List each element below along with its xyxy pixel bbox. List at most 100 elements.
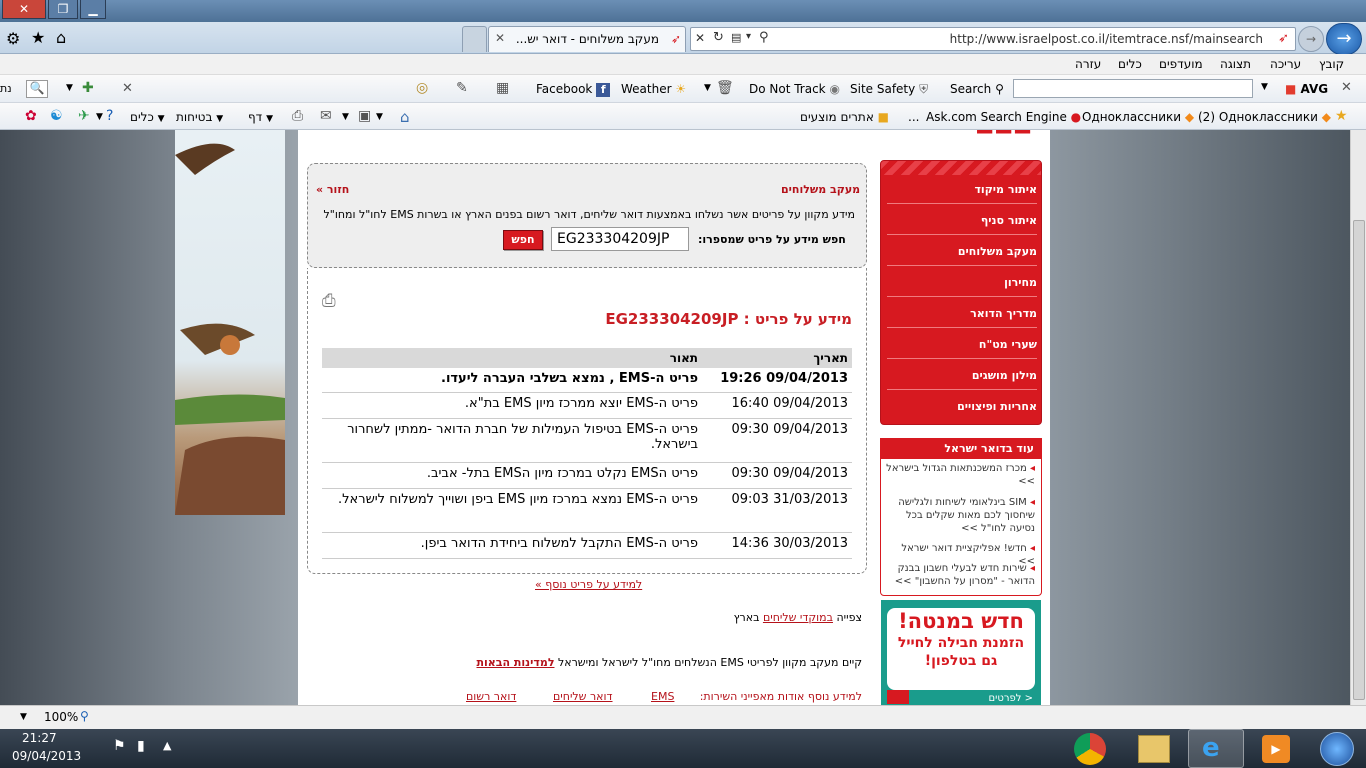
nav-item-zip[interactable]: איתור מיקוד	[887, 183, 1037, 204]
menu-help[interactable]: עזרה	[1075, 57, 1101, 71]
weather-button[interactable]: Weather ☀	[621, 82, 686, 96]
nav-item-currency[interactable]: שערי מט"ח	[887, 338, 1037, 359]
skype-icon[interactable]: ☯	[50, 108, 63, 124]
tab-israelpost[interactable]: ✕ מעקב משלוחים - דואר יש... ➶	[488, 26, 686, 52]
help-dropdown-icon[interactable]: ▼	[96, 112, 103, 122]
countries-link[interactable]: למדינות הבאות	[476, 656, 554, 669]
ad-link[interactable]: לפרטים >	[989, 693, 1034, 704]
nav-item-glossary[interactable]: מילון מושגים	[887, 369, 1037, 390]
suggested-sites[interactable]: ■ אתרים מוצעים	[800, 110, 889, 124]
registered-mail-link[interactable]: דואר רשום	[466, 690, 516, 703]
nav-item-pricelist[interactable]: מחירון	[887, 276, 1037, 297]
screenshot-icon[interactable]: ◎	[416, 80, 428, 96]
research-icon[interactable]: ✈	[78, 108, 90, 124]
find-icon[interactable]: 🔍	[26, 80, 48, 98]
clock-date[interactable]: 09/04/2013	[12, 749, 81, 763]
item-number-input[interactable]	[551, 227, 689, 251]
menu-view[interactable]: תצוגה	[1220, 57, 1251, 71]
vertical-scrollbar[interactable]	[1350, 130, 1366, 705]
search-button[interactable]: Search ⚲	[950, 82, 1004, 96]
favorites-more[interactable]: ...	[908, 110, 919, 124]
compatibility-icon[interactable]: ▤	[731, 31, 741, 44]
zoom-dropdown-icon[interactable]: ▼	[20, 712, 27, 722]
couriers-centers-link[interactable]: במוקדי שליחים	[763, 611, 833, 624]
tools-menu[interactable]: כלים ▼	[130, 110, 165, 124]
favorite-odnoklassniki[interactable]: Одноклассники ◆	[1082, 110, 1194, 124]
menu-file[interactable]: קובץ	[1319, 57, 1344, 71]
trash-icon[interactable]: 🗑	[716, 80, 734, 96]
ie-taskbar-button[interactable]: e	[1188, 729, 1244, 768]
calculator-icon[interactable]: ▦	[496, 80, 509, 96]
search-submit-button[interactable]: חפש	[503, 230, 543, 250]
favorite-odnoklassniki-count[interactable]: (2) Одноклассники ◆	[1198, 110, 1331, 124]
mail-icon[interactable]: ✉	[320, 108, 332, 124]
new-tab-button[interactable]	[462, 26, 487, 52]
zoom-level[interactable]: 100%	[44, 710, 78, 724]
back-link[interactable]: חזור »	[316, 183, 349, 196]
notepad-icon[interactable]: ✎	[456, 80, 468, 96]
star-icon[interactable]: ★	[31, 28, 45, 47]
show-hidden-icons[interactable]: ▲	[163, 739, 171, 752]
courier-mail-link[interactable]: דואר שליחים	[553, 690, 613, 703]
close-toolbar-icon[interactable]: ✕	[1341, 80, 1352, 95]
close-icon[interactable]: ✕	[695, 31, 705, 45]
do-not-track-button[interactable]: Do Not Track ◉	[749, 82, 840, 96]
dropdown-arrow-icon[interactable]: ▾	[746, 31, 751, 42]
feeds-dropdown-icon[interactable]: ▼	[376, 112, 383, 122]
mail-dropdown-icon[interactable]: ▼	[342, 112, 349, 122]
url-text[interactable]: http://www.israelpost.co.il/itemtrace.ns…	[950, 32, 1263, 46]
search-icon[interactable]: ⚲	[759, 30, 769, 45]
address-bar[interactable]: ✕ ↻ ▤ ▾ ⚲ http://www.israelpost.co.il/it…	[690, 27, 1296, 51]
print-icon[interactable]: ⎙	[292, 108, 303, 124]
minimize-window-button[interactable]: ▁	[80, 0, 106, 19]
explorer-taskbar-icon[interactable]	[1138, 735, 1170, 763]
windows-live-icon[interactable]: ✿	[25, 108, 37, 124]
favorite-ask[interactable]: Ask.com Search Engine ●	[926, 110, 1081, 124]
home-page-icon[interactable]: ⌂	[400, 108, 410, 126]
page-menu[interactable]: דף ▼	[248, 110, 273, 124]
gear-icon[interactable]: ⚙	[6, 29, 20, 48]
menu-favorites[interactable]: מועדפים	[1159, 57, 1203, 71]
zoom-icon[interactable]: ⚲	[80, 709, 89, 723]
more-item-mortgage[interactable]: ◂ מכרז המשכנתאות הגדול בישראל >>	[885, 462, 1035, 488]
chrome-taskbar-icon[interactable]	[1074, 733, 1106, 765]
close-toolbar2-icon[interactable]: ✕	[122, 81, 133, 96]
more-item-link[interactable]: למידע על פריט נוסף »	[535, 578, 642, 591]
print-page-icon[interactable]: ⎙	[322, 291, 336, 311]
start-button[interactable]	[1320, 732, 1354, 766]
menta-ad[interactable]: חדש במנטה! הזמנת חבילה לחייל גם בטלפון! …	[881, 600, 1041, 705]
restore-window-button[interactable]: ❐	[48, 0, 78, 19]
more-item-sim[interactable]: ◂ SIM בינלאומי לשיחות ולגלישה שיחסוך לכם…	[885, 496, 1035, 535]
favorites-star-icon[interactable]: ★	[1335, 108, 1348, 124]
nav-item-tracking[interactable]: מעקב משלוחים	[887, 245, 1037, 266]
nav-item-mail-guide[interactable]: מדריך הדואר	[887, 307, 1037, 328]
apps-dropdown-icon[interactable]: ▼	[66, 83, 73, 93]
home-icon[interactable]: ⌂	[56, 28, 66, 47]
facebook-button[interactable]: Facebook f	[536, 82, 611, 97]
clock-time[interactable]: 21:27	[22, 731, 57, 745]
media-player-taskbar-icon[interactable]: ▶	[1262, 735, 1290, 763]
help-icon[interactable]: ?	[106, 108, 113, 124]
site-safety-button[interactable]: Site Safety ⛨	[850, 82, 928, 97]
avg-logo[interactable]: ■ AVG	[1285, 82, 1328, 96]
refresh-icon[interactable]: ↻	[713, 30, 724, 45]
network-icon[interactable]: ▮	[137, 738, 145, 754]
nav-item-warranty[interactable]: אחריות ופיצויים	[887, 400, 1037, 420]
more-item-sms[interactable]: ◂ שירות חדש לבעלי חשבון בבנק הדואר - "מס…	[885, 562, 1035, 588]
menu-edit[interactable]: עריכה	[1270, 57, 1301, 71]
find-text-field[interactable]: נת	[0, 82, 12, 95]
nav-item-branch[interactable]: איתור סניף	[887, 214, 1037, 235]
back-button[interactable]: →	[1326, 23, 1362, 55]
menu-tools[interactable]: כלים	[1118, 57, 1142, 71]
forward-button[interactable]: →	[1298, 26, 1324, 52]
safety-menu[interactable]: בטיחות ▼	[176, 110, 223, 124]
feeds-icon[interactable]: ▣	[358, 108, 371, 124]
scrollbar-thumb[interactable]	[1353, 220, 1365, 700]
toolbar-dropdown-icon[interactable]: ▼	[704, 83, 711, 93]
ems-link[interactable]: EMS	[651, 690, 674, 703]
apps-icon[interactable]: ✚	[82, 80, 94, 96]
close-window-button[interactable]: ✕	[2, 0, 46, 19]
action-center-flag-icon[interactable]: ⚑	[113, 738, 126, 754]
avg-search-input[interactable]	[1013, 79, 1253, 98]
search-dropdown-icon[interactable]: ▼	[1261, 82, 1268, 92]
